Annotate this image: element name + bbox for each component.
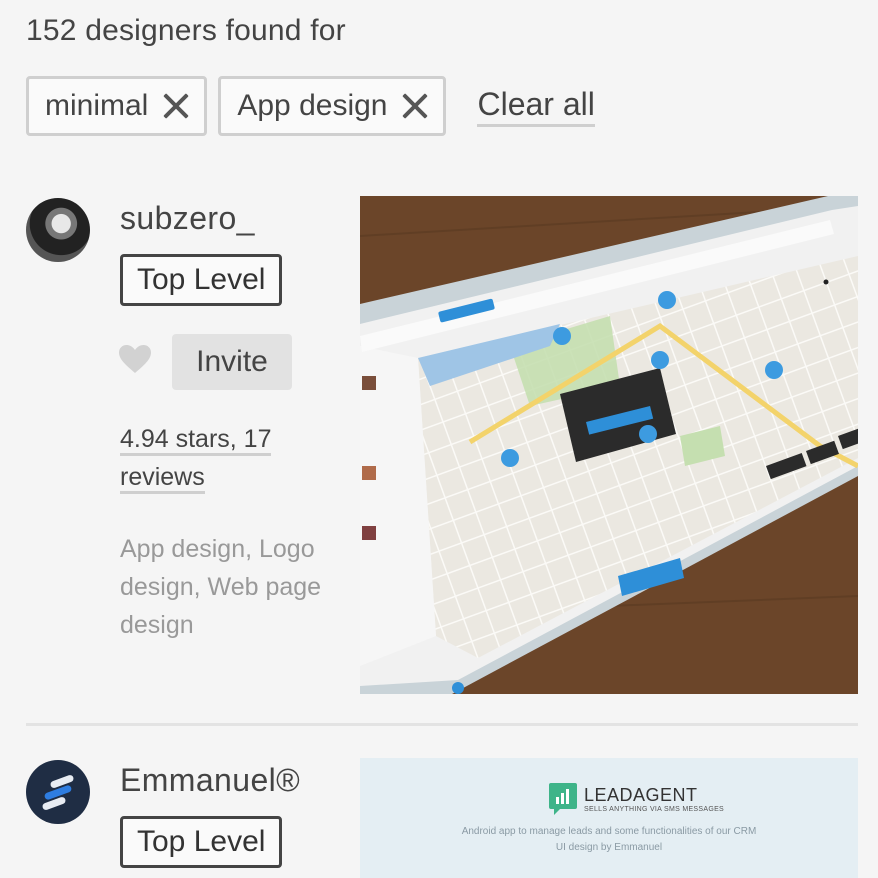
- portfolio-image[interactable]: [360, 196, 858, 694]
- rating-text: 4.94 stars, 17 reviews: [120, 425, 272, 494]
- filter-chip-app-design[interactable]: App design: [218, 76, 447, 136]
- close-icon[interactable]: [162, 92, 190, 120]
- avatar[interactable]: [26, 198, 90, 262]
- portfolio-caption: Android app to manage leads and some fun…: [461, 826, 757, 837]
- level-badge: Top Level: [120, 816, 283, 868]
- clear-all-link[interactable]: Clear all: [477, 86, 595, 127]
- portfolio-caption: UI design by Emmanuel: [555, 842, 663, 853]
- designer-name[interactable]: Emmanuel®: [120, 762, 300, 799]
- filter-chip-label: App design: [237, 89, 388, 122]
- designer-name[interactable]: subzero_: [120, 200, 255, 237]
- invite-button[interactable]: Invite: [172, 334, 292, 390]
- divider: [26, 723, 858, 726]
- level-badge: Top Level: [120, 254, 283, 306]
- portfolio-image[interactable]: LEADAGENT SELLS ANYTHING VIA SMS MESSAGE…: [360, 758, 858, 878]
- close-icon[interactable]: [401, 92, 429, 120]
- avatar[interactable]: [26, 760, 90, 824]
- chat-chart-icon: [549, 783, 577, 815]
- filter-bar: minimal App design Clear all: [26, 76, 595, 136]
- leadagent-logo: LEADAGENT SELLS ANYTHING VIA SMS MESSAGE…: [548, 782, 724, 816]
- rating-link[interactable]: 4.94 stars, 17 reviews: [120, 420, 290, 496]
- specialties: App design, Logo design, Web page design: [120, 535, 322, 639]
- lead-brand: LEADAGENT: [584, 785, 698, 805]
- tablet-map-mockup: [360, 196, 858, 694]
- results-heading: 152 designers found for: [26, 14, 346, 47]
- filter-chip-minimal[interactable]: minimal: [26, 76, 208, 136]
- lead-tagline: SELLS ANYTHING VIA SMS MESSAGES: [584, 806, 725, 813]
- heart-icon[interactable]: [118, 344, 152, 374]
- filter-chip-label: minimal: [45, 89, 149, 122]
